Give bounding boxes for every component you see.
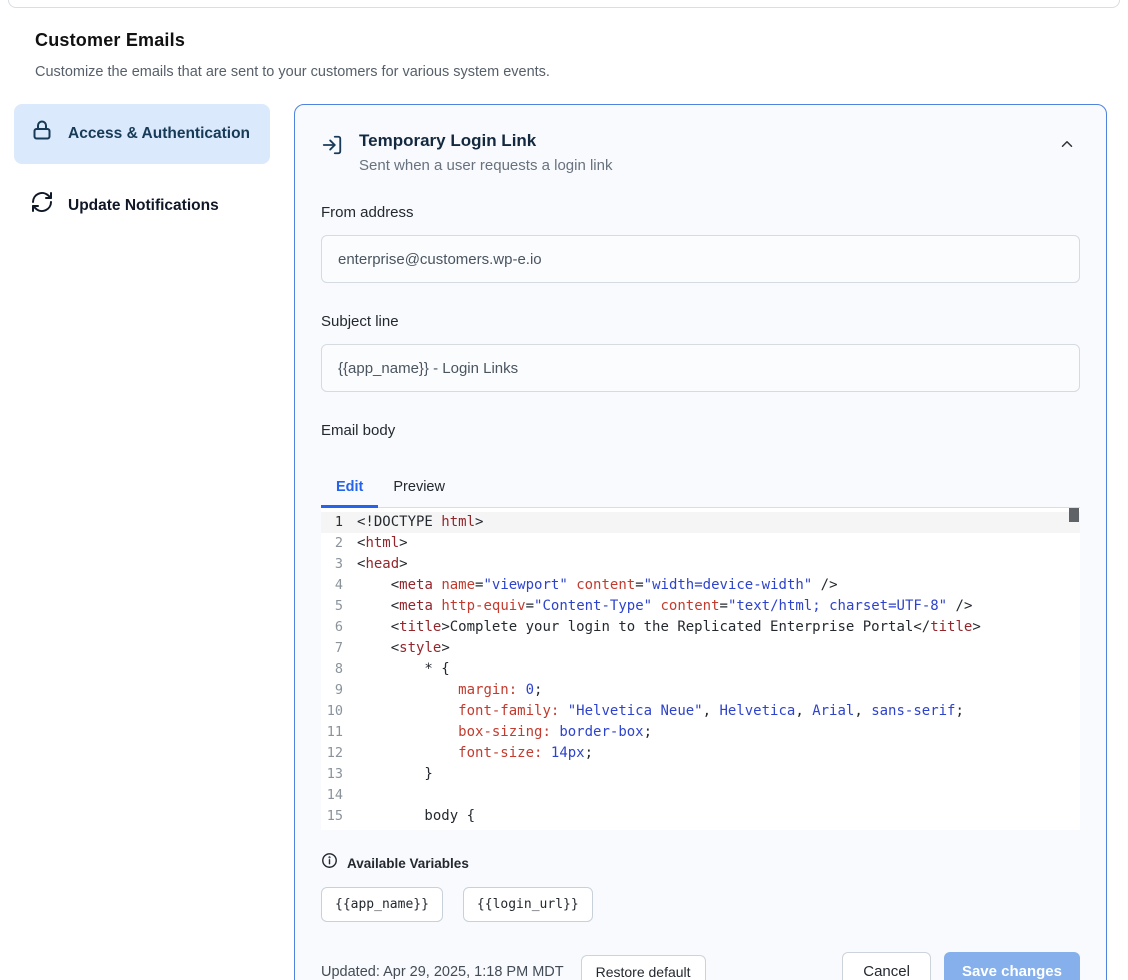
- sidebar-item-access-authentication[interactable]: Access & Authentication: [14, 104, 270, 164]
- code-line: 5 <meta http-equiv="Content-Type" conten…: [321, 596, 1080, 617]
- previous-card-edge: [8, 0, 1120, 8]
- sidebar-item-update-notifications[interactable]: Update Notifications: [14, 174, 270, 238]
- editor-scrollbar-thumb[interactable]: [1069, 508, 1079, 522]
- editor-tabs: Edit Preview: [321, 469, 1080, 508]
- available-variables-header: Available Variables: [321, 852, 1080, 874]
- card-footer: Updated: Apr 29, 2025, 1:18 PM MDT Resto…: [321, 952, 1080, 980]
- sidebar-item-label: Access & Authentication: [68, 122, 250, 146]
- page-header: Customer Emails Customize the emails tha…: [0, 0, 1128, 80]
- cancel-button[interactable]: Cancel: [842, 952, 931, 980]
- code-line: 12 font-size: 14px;: [321, 743, 1080, 764]
- sidebar: Access & Authentication Update Notificat…: [14, 104, 270, 238]
- card-header-text: Temporary Login Link Sent when a user re…: [359, 131, 612, 174]
- code-line: 9 margin: 0;: [321, 680, 1080, 701]
- sidebar-item-label: Update Notifications: [68, 194, 219, 218]
- subject-line-input[interactable]: [321, 344, 1080, 392]
- variable-chip-login-url[interactable]: {{login_url}}: [463, 887, 593, 922]
- code-line: 6 <title>Complete your login to the Repl…: [321, 617, 1080, 638]
- from-address-input[interactable]: [321, 235, 1080, 283]
- available-variables-label: Available Variables: [347, 856, 469, 871]
- tab-preview[interactable]: Preview: [378, 469, 460, 507]
- code-line: 1<!DOCTYPE html>: [321, 512, 1080, 533]
- page-title: Customer Emails: [35, 30, 1093, 51]
- code-editor-lines: 1<!DOCTYPE html>2<html>3<head>4 <meta na…: [321, 512, 1080, 830]
- code-line: 4 <meta name="viewport" content="width=d…: [321, 575, 1080, 596]
- code-line: 15 body {: [321, 806, 1080, 827]
- refresh-icon: [30, 190, 54, 222]
- card-title: Temporary Login Link: [359, 131, 612, 151]
- code-line: 2<html>: [321, 533, 1080, 554]
- subject-line-label: Subject line: [321, 313, 1080, 330]
- page: Customer Emails Customize the emails tha…: [0, 0, 1128, 980]
- code-line: 8 * {: [321, 659, 1080, 680]
- code-line: 14: [321, 785, 1080, 806]
- card-header: Temporary Login Link Sent when a user re…: [321, 131, 1080, 174]
- variable-chips: {{app_name}} {{login_url}}: [321, 887, 1080, 922]
- email-body-label: Email body: [321, 422, 1080, 439]
- page-subtitle: Customize the emails that are sent to yo…: [35, 64, 1093, 80]
- code-line: 7 <style>: [321, 638, 1080, 659]
- from-address-label: From address: [321, 204, 1080, 221]
- login-icon: [321, 134, 343, 161]
- email-settings-card: Temporary Login Link Sent when a user re…: [294, 104, 1107, 980]
- footer-actions: Cancel Save changes: [842, 952, 1080, 980]
- save-changes-button[interactable]: Save changes: [944, 952, 1080, 980]
- card-subtitle: Sent when a user requests a login link: [359, 157, 612, 174]
- tab-edit[interactable]: Edit: [321, 469, 378, 507]
- code-editor[interactable]: 1<!DOCTYPE html>2<html>3<head>4 <meta na…: [321, 508, 1080, 830]
- code-line: 16 background-color: #f6f6f6;: [321, 827, 1080, 830]
- code-line: 10 font-family: "Helvetica Neue", Helvet…: [321, 701, 1080, 722]
- code-line: 13 }: [321, 764, 1080, 785]
- updated-timestamp: Updated: Apr 29, 2025, 1:18 PM MDT: [321, 964, 564, 980]
- info-icon[interactable]: [321, 852, 338, 874]
- lock-icon: [30, 118, 54, 150]
- chevron-up-icon: [1058, 141, 1076, 156]
- editor-scrollbar[interactable]: [1068, 508, 1080, 830]
- content: Access & Authentication Update Notificat…: [14, 104, 1107, 980]
- variable-chip-app-name[interactable]: {{app_name}}: [321, 887, 443, 922]
- restore-default-button[interactable]: Restore default: [581, 955, 706, 980]
- code-line: 3<head>: [321, 554, 1080, 575]
- collapse-button[interactable]: [1054, 131, 1080, 160]
- code-line: 11 box-sizing: border-box;: [321, 722, 1080, 743]
